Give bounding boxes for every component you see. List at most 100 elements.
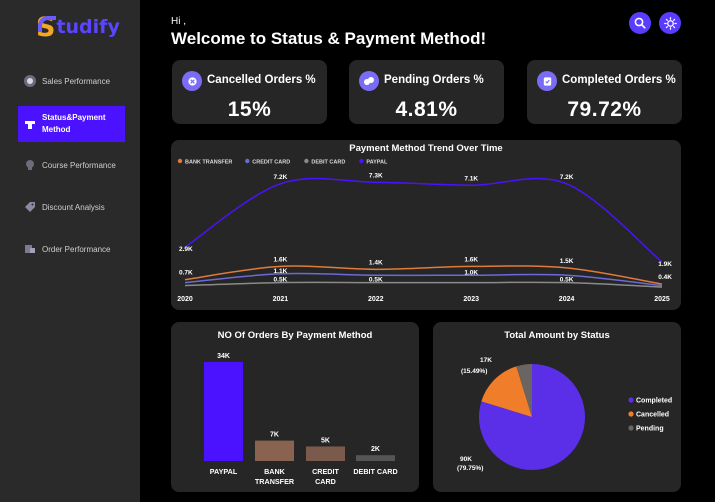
category-label: PAYPAL	[210, 467, 238, 476]
slice-percent-label: (79.75%)	[457, 465, 483, 472]
x-tick-label: 2025	[654, 296, 670, 303]
legend-marker	[245, 158, 250, 164]
kpi-card-pending: Pending Orders % 4.81%	[349, 60, 504, 124]
search-button[interactable]	[629, 12, 651, 34]
bar	[204, 362, 243, 461]
data-label: 0.4K	[658, 274, 672, 281]
x-tick-label: 2024	[559, 296, 575, 303]
data-label: 0.5K	[369, 277, 383, 284]
sidebar: Studify Sales Performance Status&Payment…	[0, 0, 140, 502]
kpi-title: Completed Orders %	[562, 74, 676, 86]
kpi-title: Pending Orders %	[384, 74, 484, 86]
data-label: 0.5K	[274, 277, 288, 284]
pending-orders-icon	[359, 71, 379, 91]
data-label: 0.7K	[179, 270, 193, 277]
slice-value-label: 90K	[460, 456, 472, 463]
payment-icon	[24, 118, 36, 130]
orders-by-payment-panel: NO Of Orders By Payment Method 34K PAYPAL…	[171, 322, 419, 492]
bar	[356, 455, 395, 461]
sidebar-item-status-payment-method[interactable]: Status&Payment Method	[18, 106, 125, 142]
logo-text: tudify	[56, 16, 120, 38]
bar	[255, 440, 294, 461]
page-title: Welcome to Status & Payment Method!	[171, 29, 487, 48]
data-label: 0.5K	[560, 277, 574, 284]
kpi-card-cancelled: Cancelled Orders % 15%	[172, 60, 327, 124]
legend-marker	[628, 425, 634, 431]
bar-value-label: 34K	[217, 353, 230, 360]
kpi-title: Cancelled Orders %	[207, 74, 316, 86]
legend-label: BANK TRANSFER	[185, 160, 232, 166]
legend-marker	[628, 397, 634, 403]
logo-letter: S	[36, 11, 57, 43]
app-logo[interactable]: Studify	[36, 12, 120, 42]
discount-tag-icon	[24, 201, 36, 213]
data-label: 2.9K	[179, 246, 193, 253]
status-pie-chart: 90K (79.75%) 17K (15.49%) Completed Cancelled…	[457, 357, 672, 472]
kpi-value: 15%	[227, 98, 272, 121]
kpi-value: 4.81%	[395, 98, 458, 121]
category-label: BANK	[264, 467, 286, 476]
category-label: TRANSFER	[255, 477, 295, 486]
category-label: CARD	[315, 477, 336, 486]
data-label: 1.4K	[369, 259, 383, 266]
sidebar-item-discount-analysis[interactable]: Discount Analysis	[18, 200, 125, 214]
category-label: DEBIT CARD	[353, 467, 397, 476]
data-label: 1.1K	[274, 268, 288, 275]
legend-label: DEBIT CARD	[311, 160, 345, 166]
amount-by-status-panel: Total Amount by Status 90K (79.75%) 17K (15…	[433, 322, 681, 492]
data-label: 1.0K	[464, 269, 478, 276]
theme-toggle-button[interactable]	[659, 12, 681, 34]
sun-icon	[663, 16, 677, 30]
bar-value-label: 7K	[270, 432, 279, 439]
legend-marker	[359, 158, 364, 164]
legend-marker	[628, 411, 634, 417]
x-tick-label: 2021	[273, 296, 289, 303]
sidebar-item-label-line2: Method	[42, 125, 71, 134]
course-icon	[24, 159, 36, 171]
bar-value-label: 5K	[321, 437, 330, 444]
data-label: 7.2K	[560, 174, 574, 181]
sidebar-item-label: Course Performance	[42, 160, 116, 170]
legend-marker	[177, 158, 183, 164]
completed-orders-icon	[537, 71, 557, 91]
sidebar-item-course-performance[interactable]: Course Performance	[18, 158, 125, 172]
sidebar-item-sales-performance[interactable]: Sales Performance	[18, 74, 125, 88]
sidebar-item-label: Order Performance	[42, 244, 111, 254]
sidebar-item-label-line1: Status&Payment	[42, 113, 106, 123]
category-label: CREDIT	[312, 467, 339, 476]
data-label: 1.5K	[560, 258, 574, 265]
x-tick-label: 2020	[177, 296, 193, 303]
cancelled-orders-icon	[182, 71, 202, 91]
orders-bar-chart: 34K PAYPAL 7K BANKTRANSFER 5K CREDITCARD 2K DEB…	[204, 353, 398, 486]
data-label: 1.6K	[464, 256, 478, 263]
sidebar-item-label: Status&Payment Method	[42, 112, 106, 135]
legend-label: Completed	[636, 398, 672, 405]
sidebar-item-label: Sales Performance	[42, 76, 111, 86]
sidebar-item-order-performance[interactable]: Order Performance	[18, 242, 125, 256]
legend-label: PAYPAL	[366, 160, 388, 166]
bar-value-label: 2K	[371, 446, 380, 453]
legend-label: Pending	[636, 426, 664, 433]
sidebar-item-label: Discount Analysis	[42, 202, 105, 212]
trend-line-chart: BANK TRANSFER CREDIT CARD DEBIT CARD PAYPAL…	[177, 158, 672, 303]
data-label: 1.9K	[658, 261, 672, 268]
trend-chart-panel: Payment Method Trend Over Time BANK TRAN…	[171, 140, 681, 310]
data-label: 7.3K	[369, 172, 383, 179]
data-label: 7.2K	[274, 174, 288, 181]
x-tick-label: 2023	[463, 296, 479, 303]
search-icon	[634, 17, 646, 29]
order-icon	[24, 243, 36, 255]
slice-percent-label: (15.49%)	[461, 368, 487, 375]
legend-label: Cancelled	[636, 412, 669, 419]
data-label: 7.1K	[464, 175, 478, 182]
slice-value-label: 17K	[480, 357, 492, 364]
data-label: 1.6K	[274, 256, 288, 263]
kpi-card-completed: Completed Orders % 79.72%	[527, 60, 682, 124]
series-line-debit-card	[184, 281, 663, 288]
x-tick-label: 2022	[368, 296, 384, 303]
greeting: Hi ,	[171, 16, 186, 27]
legend-marker	[304, 158, 309, 164]
bar	[306, 446, 345, 461]
chart-icon	[24, 75, 36, 87]
kpi-value: 79.72%	[567, 98, 642, 121]
